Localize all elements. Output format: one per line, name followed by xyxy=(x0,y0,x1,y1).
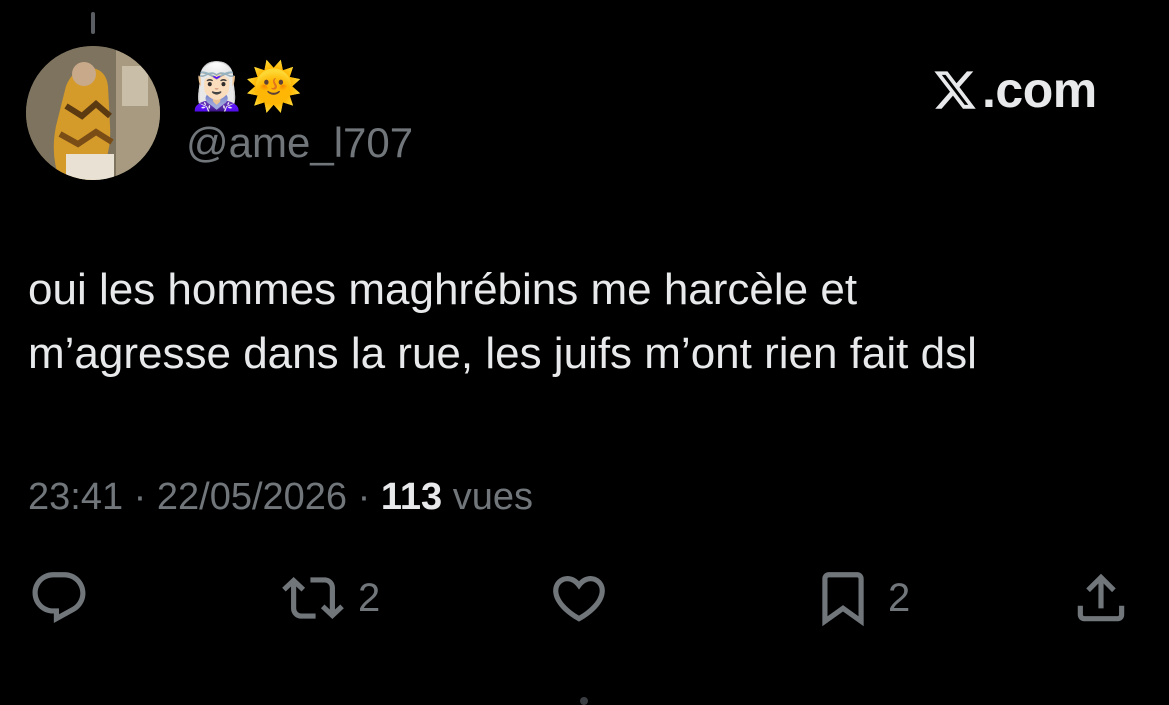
reply-icon xyxy=(32,572,86,624)
meta-separator: · xyxy=(123,476,157,518)
heart-icon xyxy=(553,576,605,622)
bookmark-icon xyxy=(822,572,864,627)
page-indicator-dot xyxy=(580,697,588,705)
thread-connector-line xyxy=(91,12,95,34)
tweet-text: oui les hommes maghrébins me harcèle et … xyxy=(28,265,977,378)
tweet-meta: 23:41 · 22/05/2026 · 113 vues xyxy=(28,472,533,522)
views-label: vues xyxy=(442,476,533,518)
username-handle[interactable]: @ame_l707 xyxy=(186,118,413,168)
like-button[interactable] xyxy=(548,566,610,630)
display-name-emoji: 🧝🏻‍♀️🌞 xyxy=(188,60,303,112)
repost-icon xyxy=(282,577,344,619)
brand-domain: .com xyxy=(982,62,1097,118)
bookmark-count: 2 xyxy=(888,575,911,620)
tweet-time[interactable]: 23:41 xyxy=(28,476,123,518)
repost-button[interactable]: 2 xyxy=(282,566,380,630)
repost-count: 2 xyxy=(358,575,381,620)
avatar[interactable] xyxy=(26,46,160,180)
meta-separator: · xyxy=(347,476,381,518)
tweet-date[interactable]: 22/05/2026 xyxy=(157,476,347,518)
display-name[interactable]: 🧝🏻‍♀️🌞 xyxy=(188,56,303,116)
share-icon xyxy=(1077,573,1125,622)
brand-watermark: .com xyxy=(930,58,1097,122)
x-logo-icon xyxy=(934,71,976,109)
views-count[interactable]: 113 xyxy=(381,476,442,518)
share-button[interactable] xyxy=(1070,566,1132,630)
bookmark-button[interactable]: 2 xyxy=(812,566,910,630)
reply-button[interactable] xyxy=(28,566,90,630)
